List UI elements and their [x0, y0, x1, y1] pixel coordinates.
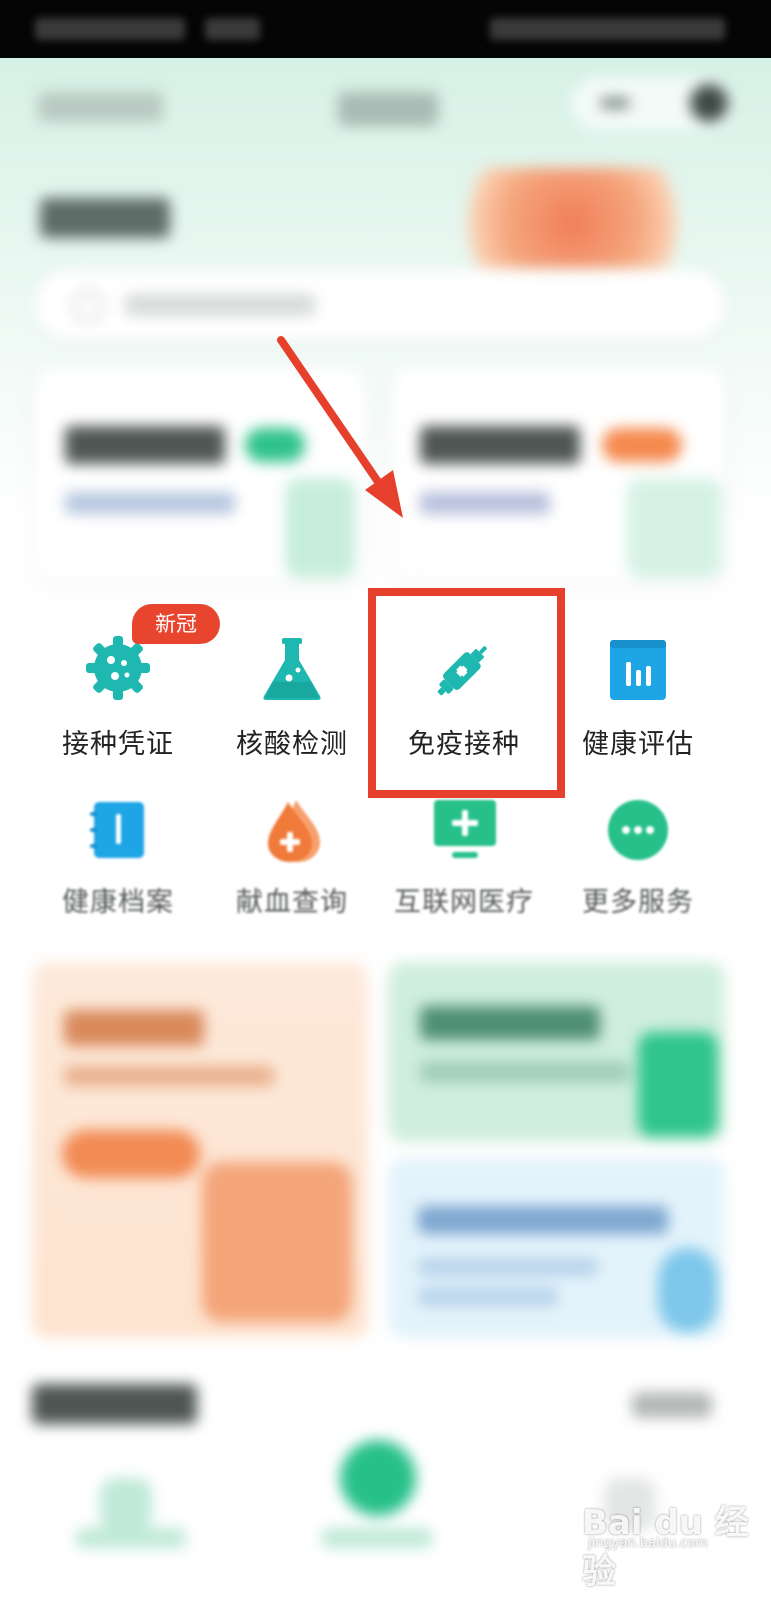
- banner-illustration: [638, 1032, 718, 1137]
- flask-icon: [263, 638, 321, 700]
- service-label: 健康评估: [582, 729, 694, 760]
- service-label: 核酸检测: [236, 729, 348, 760]
- banner-top-right[interactable]: [388, 962, 725, 1142]
- service-label: 接种凭证: [62, 729, 174, 760]
- service-label: 更多服务: [582, 887, 694, 918]
- banner-subtitle: [418, 1288, 558, 1306]
- tab-home-icon[interactable]: [100, 1478, 152, 1530]
- tab-center-label: [322, 1528, 432, 1548]
- notebook-icon: [90, 802, 144, 858]
- banner-left[interactable]: [32, 962, 368, 1338]
- watermark-url: jingyan.baidu.com: [588, 1536, 708, 1551]
- chart-clipboard-icon: [610, 640, 666, 700]
- monitor-plus-icon: [434, 800, 496, 858]
- banner-subtitle: [420, 1062, 630, 1082]
- section-more-link[interactable]: [632, 1392, 712, 1418]
- new-badge: 新冠: [132, 604, 220, 644]
- banner-subtitle: [64, 1066, 274, 1086]
- banner-title: [64, 1010, 204, 1046]
- service-label: 健康档案: [62, 887, 174, 918]
- service-label: 献血查询: [236, 887, 348, 918]
- highlight-box: [368, 588, 565, 798]
- banner-title: [420, 1006, 600, 1040]
- tab-home-label: [76, 1528, 186, 1548]
- blood-drop-icon: [268, 800, 320, 862]
- banner-bottom-right[interactable]: [388, 1158, 725, 1338]
- tab-center-button[interactable]: [340, 1440, 416, 1516]
- banner-subtitle: [418, 1258, 598, 1276]
- service-label: 互联网医疗: [394, 887, 534, 918]
- banner-illustration: [658, 1248, 718, 1333]
- banner-title: [418, 1206, 668, 1234]
- more-dots-icon: [608, 800, 668, 860]
- banner-illustration: [202, 1162, 352, 1322]
- banner-button: [62, 1130, 200, 1178]
- section-title: [32, 1384, 197, 1424]
